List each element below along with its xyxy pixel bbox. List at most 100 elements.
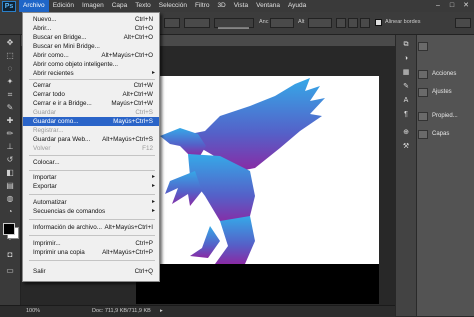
menu-filtro[interactable]: Filtro — [191, 0, 213, 12]
actions-icon — [418, 69, 428, 79]
canvas[interactable] — [160, 76, 379, 264]
menu-item-abrir-objeto-inteligente[interactable]: Abrir como objeto inteligente... — [23, 60, 159, 69]
gradient-tool-icon[interactable]: ▤ — [3, 181, 17, 191]
menubar: Ps Archivo Edición Imagen Capa Texto Sel… — [0, 0, 474, 12]
quick-mask-icon[interactable]: ◘ — [3, 250, 17, 260]
panel-1-icon — [418, 41, 428, 51]
window-controls: – □ ✕ — [432, 1, 472, 10]
crop-tool-icon[interactable]: ⌗ — [3, 90, 17, 100]
menu-edicion[interactable]: Edición — [49, 0, 78, 12]
menu-item-imprimir[interactable]: Imprimir... Ctrl+P — [23, 239, 159, 248]
marquee-tool-icon[interactable]: ⬚ — [3, 51, 17, 61]
properties-icon — [418, 111, 428, 121]
menu-item-secuencias-comandos[interactable]: Secuencias de comandos ▸ — [23, 207, 159, 216]
menu-ayuda[interactable]: Ayuda — [284, 0, 310, 12]
menu-separator — [29, 219, 155, 220]
menu-ventana[interactable]: Ventana — [252, 0, 284, 12]
move-tool-icon[interactable]: ✥ — [3, 38, 17, 48]
menu-item-salir[interactable]: Salir Ctrl+Q — [23, 267, 159, 276]
zoom-level[interactable]: 100% — [26, 308, 40, 314]
width-field[interactable] — [270, 18, 294, 28]
menu-archivo[interactable]: Archivo — [19, 0, 49, 12]
character-panel-icon[interactable]: A — [401, 97, 411, 105]
menu-item-informacion-archivo[interactable]: Información de archivo... Alt+Mayús+Ctrl+… — [23, 223, 159, 232]
menu-item-cerrar-ir-bridge[interactable]: Cerrar e ir a Bridge... Mayús+Ctrl+W — [23, 99, 159, 108]
dodge-tool-icon[interactable]: ◔ — [3, 207, 17, 217]
status-bar: 100% Doc: 711,9 KB/711,9 KB ▸ — [0, 305, 395, 317]
menu-item-volver[interactable]: Volver F12 — [23, 144, 159, 153]
menu-item-guardar[interactable]: Guardar Ctrl+S — [23, 108, 159, 117]
menu-item-colocar[interactable]: Colocar... — [23, 158, 159, 167]
menu-item-exportar[interactable]: Exportar ▸ — [23, 182, 159, 191]
brush-panel-icon[interactable]: ✎ — [401, 83, 411, 91]
menu-item-nuevo[interactable]: Nuevo... Ctrl+N — [23, 15, 159, 24]
menu-capa[interactable]: Capa — [108, 0, 132, 12]
eyedropper-tool-icon[interactable]: ✎ — [3, 103, 17, 113]
menu-item-importar[interactable]: Importar ▸ — [23, 173, 159, 182]
color-panel-icon[interactable]: ◑ — [401, 55, 411, 63]
file-menu: Nuevo... Ctrl+N Abrir... Ctrl+O Buscar en … — [22, 12, 160, 282]
brush-tool-icon[interactable]: ✏ — [3, 129, 17, 139]
stroke-width-field[interactable] — [184, 18, 210, 28]
maximize-icon[interactable]: □ — [446, 1, 458, 10]
blur-tool-icon[interactable]: ◍ — [3, 194, 17, 204]
panel-propiedades[interactable]: Propied... — [418, 109, 458, 123]
clone-source-panel-icon[interactable]: ⊕ — [401, 129, 411, 137]
clone-stamp-tool-icon[interactable]: ⊥ — [3, 142, 17, 152]
menu-item-registrar[interactable]: Registrar... — [23, 126, 159, 135]
close-icon[interactable]: ✕ — [460, 1, 472, 10]
document-size: Doc: 711,9 KB/711,9 KB — [92, 308, 151, 314]
menu-seleccion[interactable]: Selección — [155, 0, 191, 12]
tools-panel: ✥ ⬚ ◌ ✦ ⌗ ✎ ✚ ✏ ⊥ ↺ ◧ ▤ ◍ ◔ ✒ T ◘ ▭ — [0, 35, 21, 305]
history-panel-icon[interactable]: ⧉ — [401, 41, 411, 49]
menu-separator — [29, 79, 155, 80]
status-arrow-icon[interactable]: ▸ — [160, 308, 163, 314]
menu-3d[interactable]: 3D — [213, 0, 229, 12]
panel-capas[interactable]: Capas — [418, 127, 449, 141]
stroke-type-dropdown[interactable] — [214, 18, 254, 29]
workspace-dropdown[interactable] — [455, 18, 471, 28]
panel-ajustes[interactable]: Ajustes — [418, 85, 452, 99]
submenu-arrow-icon: ▸ — [151, 208, 155, 214]
eraser-tool-icon[interactable]: ◧ — [3, 168, 17, 178]
photoshop-logo: Ps — [2, 0, 16, 12]
history-brush-tool-icon[interactable]: ↺ — [3, 155, 17, 165]
menu-imagen[interactable]: Imagen — [78, 0, 108, 12]
height-field[interactable] — [308, 18, 332, 28]
menu-item-imprimir-copia[interactable]: Imprimir una copia Alt+Mayús+Ctrl+P — [23, 248, 159, 257]
magic-wand-tool-icon[interactable]: ✦ — [3, 77, 17, 87]
screen-mode-icon[interactable]: ▭ — [3, 266, 17, 276]
minimize-icon[interactable]: – — [432, 1, 444, 10]
stroke-line-icon — [218, 27, 249, 29]
panel-icon-column: ⧉ ◑ ▦ ✎ A ¶ ⊕ ⚒ — [396, 35, 417, 316]
panel-acciones[interactable]: Acciones — [418, 67, 456, 81]
menu-item-buscar-mini-bridge[interactable]: Buscar en Mini Bridge... — [23, 42, 159, 51]
menu-separator — [29, 194, 155, 195]
path-ops-icon[interactable] — [336, 18, 346, 28]
menu-item-abrir[interactable]: Abrir... Ctrl+O — [23, 24, 159, 33]
menu-item-guardar-web[interactable]: Guardar para Web... Alt+Mayús+Ctrl+S — [23, 135, 159, 144]
menu-item-automatizar[interactable]: Automatizar ▸ — [23, 198, 159, 207]
paragraph-panel-icon[interactable]: ¶ — [401, 111, 411, 119]
panel-collapsed-1[interactable] — [418, 39, 432, 53]
menu-item-abrir-como[interactable]: Abrir como... Alt+Mayús+Ctrl+O — [23, 51, 159, 60]
path-align-icon[interactable] — [348, 18, 358, 28]
menu-item-cerrar-todo[interactable]: Cerrar todo Alt+Ctrl+W — [23, 90, 159, 99]
menu-texto[interactable]: Texto — [131, 0, 155, 12]
healing-brush-tool-icon[interactable]: ✚ — [3, 116, 17, 126]
tool-presets-panel-icon[interactable]: ⚒ — [401, 143, 411, 151]
lasso-tool-icon[interactable]: ◌ — [3, 64, 17, 74]
shape-mode-dropdown[interactable] — [164, 18, 180, 28]
menu-item-buscar-bridge[interactable]: Buscar en Bridge... Alt+Ctrl+O — [23, 33, 159, 42]
menu-vista[interactable]: Vista — [230, 0, 252, 12]
menu-separator — [29, 170, 155, 171]
menu-separator — [29, 235, 155, 236]
swatches-panel-icon[interactable]: ▦ — [401, 69, 411, 77]
menu-item-cerrar[interactable]: Cerrar Ctrl+W — [23, 81, 159, 90]
foreground-color-swatch[interactable] — [3, 223, 15, 235]
panel-dock: ⧉ ◑ ▦ ✎ A ¶ ⊕ ⚒ Acciones Ajustes Propied… — [396, 35, 474, 316]
menu-item-guardar-como[interactable]: Guardar como... Mayús+Ctrl+S — [23, 117, 159, 126]
menu-item-abrir-recientes[interactable]: Abrir recientes ▸ — [23, 69, 159, 78]
path-arrange-icon[interactable] — [360, 18, 370, 28]
align-edges-checkbox[interactable] — [375, 19, 382, 26]
